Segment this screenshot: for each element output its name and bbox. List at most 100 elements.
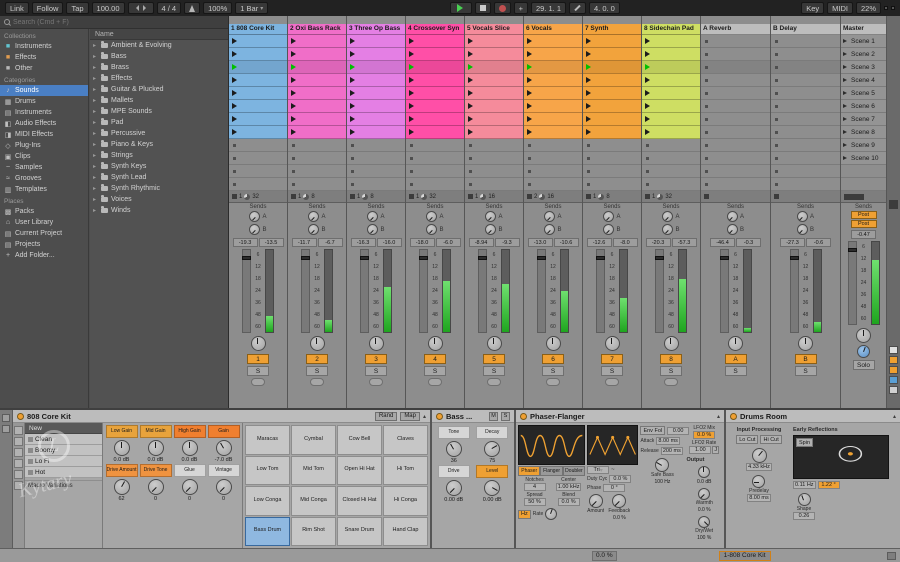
stop-all-clips-button[interactable] bbox=[844, 193, 864, 200]
clip-slot[interactable] bbox=[288, 113, 346, 126]
drum-pad-snare-drum[interactable]: Snare Drum bbox=[337, 516, 382, 546]
stop-button[interactable] bbox=[474, 2, 491, 14]
clip-slot-empty[interactable] bbox=[465, 152, 523, 165]
clip-slot-empty[interactable] bbox=[524, 165, 582, 178]
track-activator[interactable]: B bbox=[794, 354, 817, 364]
chain-item[interactable]: Lo Fi bbox=[25, 456, 102, 467]
clip-slot-empty[interactable] bbox=[701, 165, 770, 178]
clip-slot[interactable] bbox=[288, 48, 346, 61]
scene-slot[interactable]: Scene 6 bbox=[841, 100, 886, 113]
sidebar-item-packs[interactable]: ▩ Packs bbox=[0, 206, 88, 217]
list-item[interactable]: ▸ Synth Rhythmic bbox=[90, 183, 228, 194]
send-a-knob[interactable] bbox=[603, 211, 615, 222]
fader-handle[interactable] bbox=[655, 255, 664, 260]
track-activator[interactable]: 7 bbox=[601, 354, 623, 364]
solo-button[interactable]: S bbox=[365, 366, 387, 376]
spin-xy-display[interactable]: Spin bbox=[793, 435, 889, 479]
chain-item[interactable]: Hot bbox=[25, 467, 102, 478]
macro-knob[interactable] bbox=[147, 479, 164, 495]
clip-slot[interactable] bbox=[406, 74, 464, 87]
clip-slot[interactable] bbox=[583, 48, 641, 61]
clip-slot-empty[interactable] bbox=[701, 178, 770, 191]
clip-slot-empty[interactable] bbox=[771, 178, 840, 191]
clip-stop-button[interactable] bbox=[586, 194, 591, 199]
clip-slot-empty[interactable] bbox=[642, 152, 700, 165]
clip-slot[interactable] bbox=[465, 100, 523, 113]
drum-pad-claves[interactable]: Claves bbox=[383, 425, 428, 455]
clip-slot[interactable] bbox=[406, 35, 464, 48]
clip-slot[interactable] bbox=[229, 100, 287, 113]
track-activator[interactable]: 5 bbox=[483, 354, 505, 364]
send-b-knob[interactable] bbox=[426, 224, 438, 235]
param-value[interactable]: 4 bbox=[523, 483, 546, 491]
clip-slot[interactable] bbox=[642, 87, 700, 100]
solo-button[interactable]: S bbox=[306, 366, 328, 376]
clip-stop-button[interactable] bbox=[527, 194, 532, 199]
clip-slot-empty[interactable] bbox=[771, 165, 840, 178]
clip-slot[interactable] bbox=[583, 35, 641, 48]
spin-amount-field[interactable]: 1.22 ° bbox=[817, 481, 840, 489]
solo-button[interactable]: S bbox=[794, 366, 817, 376]
sidebar-item-user-library[interactable]: ⌂ User Library bbox=[0, 217, 88, 228]
predelay-value[interactable]: 8.00 ms bbox=[747, 494, 771, 502]
clip-slot[interactable] bbox=[406, 113, 464, 126]
send-b-knob[interactable] bbox=[308, 224, 320, 235]
fader-handle[interactable] bbox=[478, 255, 487, 260]
list-item[interactable]: ▸ Effects bbox=[90, 73, 228, 84]
track-activator[interactable]: A bbox=[724, 354, 747, 364]
pan-knob[interactable] bbox=[486, 336, 502, 351]
clip-slot-empty[interactable] bbox=[406, 178, 464, 191]
clip-slot[interactable] bbox=[229, 126, 287, 139]
jitter-button[interactable]: J bbox=[712, 446, 720, 454]
scene-slot-empty[interactable] bbox=[841, 178, 886, 191]
device-on-icon[interactable] bbox=[730, 412, 737, 420]
volume-fader[interactable] bbox=[478, 249, 487, 333]
clip-slot[interactable] bbox=[642, 74, 700, 87]
solo-button[interactable]: S bbox=[483, 366, 505, 376]
track-header[interactable]: 4 Crossover Syn bbox=[406, 24, 464, 35]
clip-slot-empty[interactable] bbox=[701, 139, 770, 152]
arrangement-position-field[interactable]: 29. 1. 1 bbox=[530, 2, 566, 14]
clip-slot[interactable] bbox=[229, 87, 287, 100]
mixer-section-toggle[interactable] bbox=[889, 356, 898, 364]
macro-knob[interactable] bbox=[215, 440, 232, 456]
clip-slot[interactable] bbox=[347, 126, 405, 139]
macro-knob[interactable] bbox=[113, 479, 130, 495]
clip-slot[interactable] bbox=[524, 126, 582, 139]
draw-mode-button[interactable] bbox=[569, 2, 586, 14]
current-selection-badge[interactable]: 1-808 Core Kit bbox=[718, 550, 771, 561]
pan-knob[interactable] bbox=[604, 336, 620, 351]
rack-toggle-button[interactable] bbox=[14, 437, 23, 446]
volume-fader[interactable] bbox=[789, 249, 799, 333]
clip-slot-empty[interactable] bbox=[701, 74, 770, 87]
arm-button[interactable] bbox=[369, 378, 383, 386]
clip-slot-empty[interactable] bbox=[642, 139, 700, 152]
track-activator[interactable]: 6 bbox=[542, 354, 564, 364]
clip-slot[interactable] bbox=[465, 126, 523, 139]
send-a-knob[interactable] bbox=[796, 211, 808, 222]
mixer-section-toggle[interactable] bbox=[889, 376, 898, 384]
clip-slot[interactable] bbox=[229, 74, 287, 87]
sidebar-item-templates[interactable]: ▥ Templates bbox=[0, 184, 88, 195]
record-button[interactable] bbox=[493, 2, 511, 14]
clip-slot[interactable] bbox=[347, 35, 405, 48]
map-button[interactable]: Map bbox=[400, 411, 420, 421]
clip-slot[interactable] bbox=[583, 113, 641, 126]
send-a-knob[interactable] bbox=[367, 211, 379, 222]
shape-knob[interactable] bbox=[797, 493, 811, 506]
overdub-button[interactable]: + bbox=[513, 2, 528, 14]
mixer-section-toggle[interactable] bbox=[889, 346, 898, 354]
send-b-knob[interactable] bbox=[796, 224, 808, 235]
drum-pad-hand-clap[interactable]: Hand Clap bbox=[383, 516, 428, 546]
volume-fader[interactable] bbox=[360, 249, 369, 333]
clip-stop-button[interactable] bbox=[350, 194, 355, 199]
volume-fader[interactable] bbox=[301, 249, 310, 333]
list-item[interactable]: ▸ Piano & Keys bbox=[90, 139, 228, 150]
mixer-section-toggle[interactable] bbox=[889, 386, 898, 394]
pan-knob[interactable] bbox=[309, 336, 325, 351]
clip-slot[interactable] bbox=[288, 87, 346, 100]
clip-slot[interactable] bbox=[642, 35, 700, 48]
clip-slot-empty[interactable] bbox=[465, 165, 523, 178]
solo-button[interactable]: S bbox=[424, 366, 446, 376]
volume-fader[interactable] bbox=[847, 241, 857, 325]
